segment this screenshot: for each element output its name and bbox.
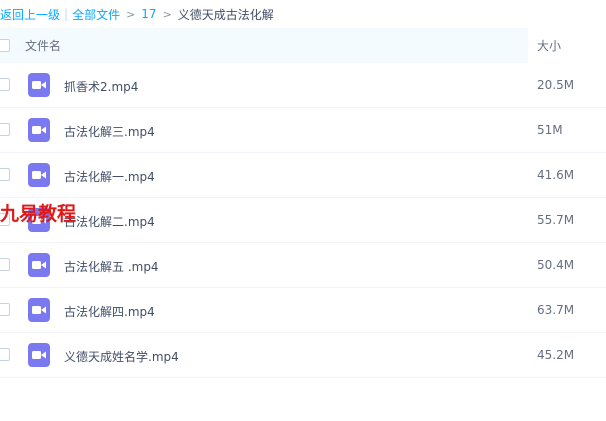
- all-files-link[interactable]: 全部文件: [72, 6, 120, 23]
- file-row[interactable]: 古法化解二.mp4 55.7M: [0, 198, 606, 243]
- file-row[interactable]: 抓香术2.mp4 20.5M: [0, 63, 606, 108]
- file-name[interactable]: 古法化解四.mp4: [64, 303, 155, 320]
- video-file-icon: [28, 163, 50, 187]
- row-checkbox[interactable]: [0, 78, 10, 91]
- breadcrumb: 返回上一级 | 全部文件 > 17 > 义德天成古法化解: [0, 0, 606, 28]
- watermark-text: 九易教程: [0, 203, 77, 225]
- file-size: 63.7M: [537, 303, 575, 317]
- breadcrumb-separator: |: [64, 7, 69, 21]
- file-name[interactable]: 古法化解五 .mp4: [64, 258, 159, 275]
- row-checkbox[interactable]: [0, 258, 10, 271]
- file-name[interactable]: 古法化解二.mp4: [64, 213, 155, 230]
- file-size: 20.5M: [537, 78, 575, 92]
- select-all-checkbox[interactable]: [0, 39, 10, 52]
- video-file-icon: [28, 343, 50, 367]
- chevron-right-icon: >: [162, 7, 172, 21]
- chevron-right-icon: >: [126, 7, 136, 21]
- video-file-icon: [28, 118, 50, 142]
- video-file-icon: [28, 73, 50, 97]
- file-row[interactable]: 古法化解一.mp4 41.6M: [0, 153, 606, 198]
- column-header-size[interactable]: 大小: [537, 37, 561, 54]
- file-size: 45.2M: [537, 348, 575, 362]
- row-checkbox[interactable]: [0, 168, 10, 181]
- header-name-area: [0, 28, 528, 63]
- current-folder: 义德天成古法化解: [177, 7, 274, 22]
- file-list: 抓香术2.mp4 20.5M 古法化解三.mp4 51M 古法化解一.mp4 4…: [0, 63, 606, 378]
- column-header-name[interactable]: 文件名: [25, 37, 61, 54]
- video-file-icon: [28, 298, 50, 322]
- file-size: 51M: [537, 123, 563, 137]
- video-file-icon: [28, 253, 50, 277]
- row-checkbox[interactable]: [0, 303, 10, 316]
- file-row[interactable]: 古法化解五 .mp4 50.4M: [0, 243, 606, 288]
- row-checkbox[interactable]: [0, 123, 10, 136]
- row-checkbox[interactable]: [0, 348, 10, 361]
- file-size: 50.4M: [537, 258, 575, 272]
- file-name[interactable]: 义德天成姓名学.mp4: [64, 348, 179, 365]
- file-row[interactable]: 古法化解三.mp4 51M: [0, 108, 606, 153]
- folder-17-link[interactable]: 17: [141, 7, 156, 21]
- back-link[interactable]: 返回上一级: [0, 6, 60, 23]
- file-name[interactable]: 抓香术2.mp4: [64, 78, 138, 95]
- file-size: 41.6M: [537, 168, 575, 182]
- table-header: 文件名 大小: [0, 28, 606, 63]
- file-row[interactable]: 古法化解四.mp4 63.7M: [0, 288, 606, 333]
- file-row[interactable]: 义德天成姓名学.mp4 45.2M: [0, 333, 606, 378]
- file-name[interactable]: 古法化解三.mp4: [64, 123, 155, 140]
- file-name[interactable]: 古法化解一.mp4: [64, 168, 155, 185]
- file-size: 55.7M: [537, 213, 575, 227]
